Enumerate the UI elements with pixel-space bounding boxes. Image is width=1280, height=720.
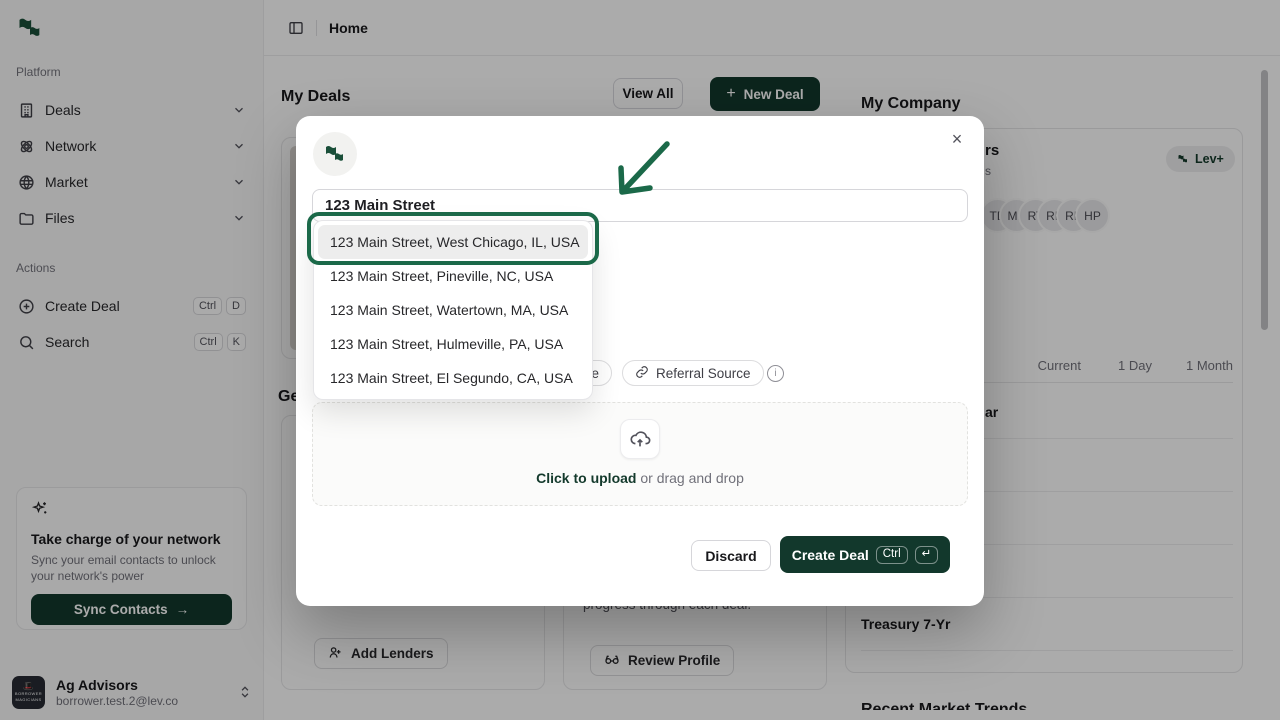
create-deal-button[interactable]: Create Deal Ctrl ↵ xyxy=(780,536,950,573)
create-deal-modal: × ne Referral Source i 123 Main Street, … xyxy=(296,116,984,606)
address-suggestion[interactable]: 123 Main Street, Hulmeville, PA, USA xyxy=(318,327,588,361)
info-icon[interactable]: i xyxy=(767,365,784,382)
lev-logo-badge xyxy=(313,132,357,176)
cloud-upload-icon xyxy=(620,419,660,459)
kbd-enter: ↵ xyxy=(915,546,939,564)
discard-button[interactable]: Discard xyxy=(691,540,771,571)
address-suggestions-dropdown: 123 Main Street, West Chicago, IL, USA 1… xyxy=(313,220,593,400)
address-suggestion[interactable]: 123 Main Street, Watertown, MA, USA xyxy=(318,293,588,327)
address-input[interactable] xyxy=(312,189,968,222)
address-suggestion[interactable]: 123 Main Street, El Segundo, CA, USA xyxy=(318,361,588,395)
file-upload-dropzone[interactable]: Click to upload or drag and drop xyxy=(312,402,968,506)
kbd-ctrl: Ctrl xyxy=(876,546,908,564)
lev-logo-icon xyxy=(323,142,347,166)
close-icon[interactable]: × xyxy=(944,126,970,152)
referral-source-chip[interactable]: Referral Source xyxy=(622,360,764,386)
link-icon xyxy=(635,365,649,382)
address-suggestion[interactable]: 123 Main Street, Pineville, NC, USA xyxy=(318,259,588,293)
address-suggestion[interactable]: 123 Main Street, West Chicago, IL, USA xyxy=(318,225,588,259)
